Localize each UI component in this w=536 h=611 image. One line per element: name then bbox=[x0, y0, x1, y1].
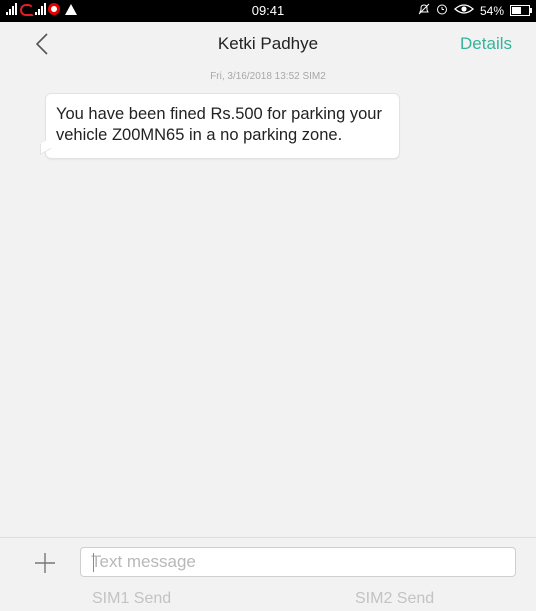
message-bubble[interactable]: You have been fined Rs.500 for parking y… bbox=[45, 93, 400, 159]
status-right-icons: 54% bbox=[418, 3, 532, 18]
eye-icon bbox=[453, 3, 474, 18]
battery-fill bbox=[512, 7, 521, 14]
text-cursor bbox=[93, 553, 94, 572]
details-button[interactable]: Details bbox=[460, 34, 512, 54]
message-text: You have been fined Rs.500 for parking y… bbox=[56, 105, 382, 144]
mute-icon bbox=[418, 3, 430, 18]
composer: SIM1 Send SIM2 Send bbox=[0, 537, 536, 611]
sim1-send-button[interactable]: SIM1 Send bbox=[92, 590, 171, 608]
message-timestamp: Fri, 3/16/2018 13:52 SIM2 bbox=[210, 71, 326, 82]
alarm-icon bbox=[436, 3, 448, 18]
message-input[interactable] bbox=[80, 547, 516, 577]
sim2-send-button[interactable]: SIM2 Send bbox=[355, 590, 434, 608]
contact-name: Ketki Padhye bbox=[217, 34, 319, 53]
conversation-header: Ketki Padhye Details bbox=[0, 22, 536, 66]
battery-icon bbox=[510, 5, 532, 16]
status-bar: 09:41 54% bbox=[0, 0, 536, 22]
plus-icon[interactable] bbox=[34, 552, 56, 574]
messaging-screen: 09:41 54% Ketki Padhye Details Fri, 3/16… bbox=[0, 0, 536, 611]
battery-percent: 54% bbox=[479, 3, 504, 18]
